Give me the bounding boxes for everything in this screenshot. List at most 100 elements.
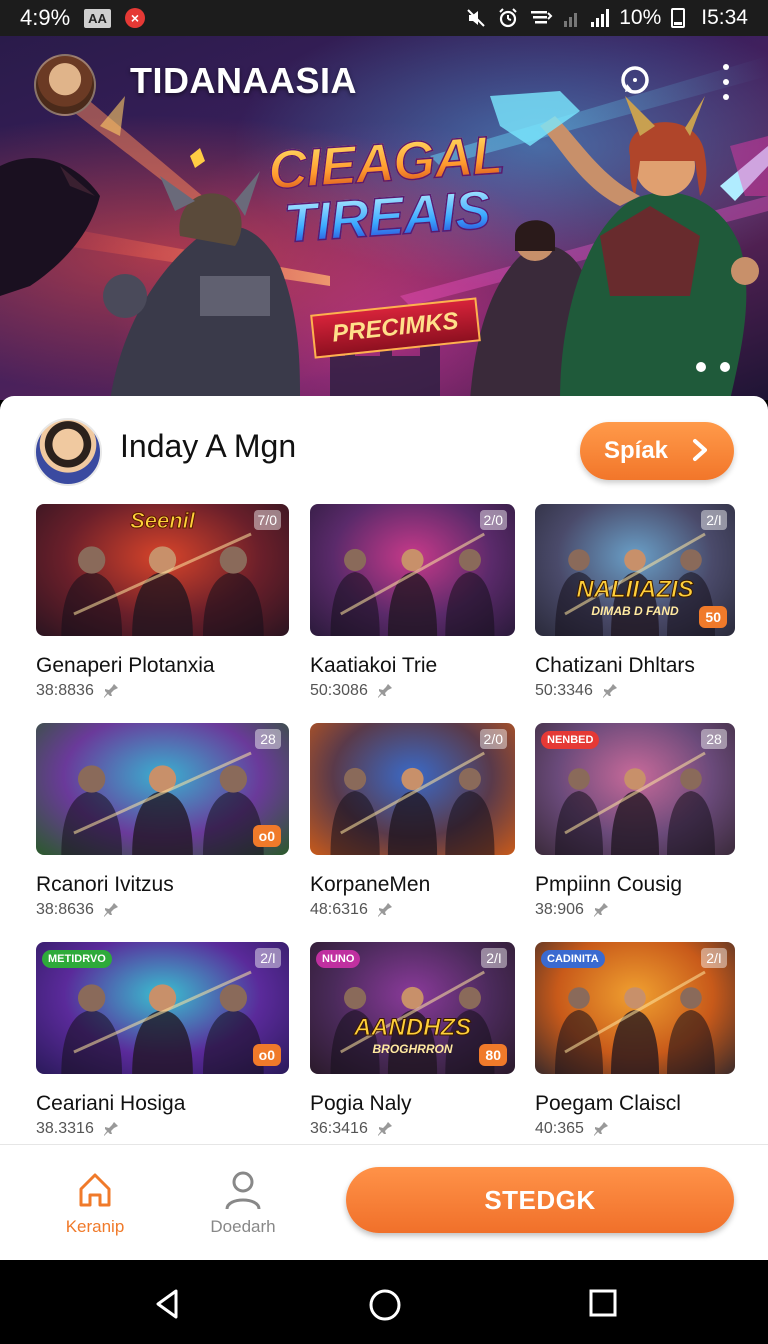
cta-button[interactable]: STEDGK bbox=[346, 1167, 734, 1233]
thumbnail-tag: CADINITA bbox=[541, 950, 605, 968]
bottom-nav: Keranip Doedarh STEDGK bbox=[0, 1144, 768, 1260]
pin-icon bbox=[103, 684, 118, 698]
content-sheet: Inday A Mgn Spíak Seenil 7/0 Genaperi Plot… bbox=[0, 396, 768, 1260]
game-title[interactable]: Ceariani Hosiga bbox=[36, 1092, 185, 1116]
game-thumbnail[interactable]: Seenil 7/0 bbox=[36, 504, 289, 636]
person-icon bbox=[225, 1171, 261, 1210]
nav-profile[interactable]: Doedarh bbox=[188, 1169, 298, 1237]
thumbnail-count-badge: 28 bbox=[255, 729, 281, 749]
signal-icon bbox=[591, 9, 610, 27]
game-title[interactable]: Pogia Naly bbox=[310, 1092, 412, 1116]
game-thumbnail[interactable]: METIDRVO 2/I o0 bbox=[36, 942, 289, 1074]
hero-banner[interactable]: TIDANAASIA CIEAGAL TIREAIS PRECIMKS bbox=[0, 36, 768, 400]
game-art bbox=[61, 751, 264, 855]
game-meta-text: 38.3316 bbox=[36, 1120, 94, 1137]
user-name: Inday A Mgn bbox=[120, 428, 297, 464]
game-card[interactable]: 2/0 KorpaneMen 48:6316 bbox=[310, 723, 515, 933]
game-meta-text: 36:3416 bbox=[310, 1120, 368, 1137]
user-avatar[interactable] bbox=[34, 418, 102, 486]
carousel-pager[interactable] bbox=[696, 362, 730, 372]
battery-percent: 10% bbox=[619, 6, 662, 29]
game-meta: 48:6316 bbox=[310, 901, 394, 919]
game-title[interactable]: Pmpiinn Cousig bbox=[535, 873, 682, 897]
game-meta-text: 38:8636 bbox=[36, 901, 94, 918]
game-meta-text: 40:365 bbox=[535, 1120, 584, 1137]
game-meta-text: 38:906 bbox=[535, 901, 584, 918]
thumbnail-tag: NENBED bbox=[541, 731, 600, 749]
game-card[interactable]: AANDHZS BROGHRRON NUNO 2/I 80 Pogia Naly 36:34… bbox=[310, 942, 515, 1152]
game-title[interactable]: Rcanori Ivitzus bbox=[36, 873, 174, 897]
alarm-icon bbox=[499, 8, 517, 28]
thumbnail-title: Seenil bbox=[130, 508, 196, 534]
home-circle-icon[interactable] bbox=[368, 1288, 402, 1322]
pin-icon bbox=[593, 903, 608, 917]
back-icon[interactable] bbox=[152, 1288, 182, 1320]
thumbnail-price-badge: 50 bbox=[699, 606, 727, 628]
game-meta: 38.3316 bbox=[36, 1120, 120, 1138]
game-meta-text: 38:8836 bbox=[36, 682, 94, 699]
home-icon bbox=[79, 1173, 111, 1207]
game-thumbnail[interactable]: 2/0 bbox=[310, 504, 515, 636]
user-row: Inday A Mgn Spíak bbox=[0, 396, 768, 496]
nav-home[interactable]: Keranip bbox=[40, 1169, 150, 1237]
game-card[interactable]: Seenil 7/0 Genaperi Plotanxia 38:8836 bbox=[36, 504, 289, 714]
game-title[interactable]: Chatizani Dhltars bbox=[535, 654, 695, 678]
game-meta: 50:3346 bbox=[535, 682, 619, 700]
recents-icon[interactable] bbox=[588, 1288, 618, 1318]
pager-dot[interactable] bbox=[696, 362, 706, 372]
game-card[interactable]: NENBED 28 Pmpiinn Cousig 38:906 bbox=[535, 723, 735, 933]
game-card[interactable]: METIDRVO 2/I o0 Ceariani Hosiga 38.3316 bbox=[36, 942, 289, 1152]
game-meta-text: 48:6316 bbox=[310, 901, 368, 918]
pin-icon bbox=[602, 684, 617, 698]
thumbnail-price-badge: o0 bbox=[252, 1044, 281, 1066]
game-card[interactable]: 28 o0 Rcanori Ivitzus 38:8636 bbox=[36, 723, 289, 933]
thumbnail-count-badge: 2/I bbox=[701, 510, 727, 530]
thumbnail-count-badge: 28 bbox=[701, 729, 727, 749]
app-avatar[interactable] bbox=[34, 54, 96, 116]
game-thumbnail[interactable]: AANDHZS BROGHRRON NUNO 2/I 80 bbox=[310, 942, 515, 1074]
game-thumbnail[interactable]: NENBED 28 bbox=[535, 723, 735, 855]
close-circle-icon: × bbox=[124, 8, 145, 28]
game-meta: 36:3416 bbox=[310, 1120, 394, 1138]
game-thumbnail[interactable]: NALIIAZIS DIMAB D FAND 2/I 50 bbox=[535, 504, 735, 636]
status-left-text: 4:9% bbox=[20, 5, 71, 30]
pin-icon bbox=[377, 1122, 392, 1136]
game-meta-text: 50:3346 bbox=[535, 682, 593, 699]
thumbnail-price-badge: o0 bbox=[252, 825, 281, 847]
game-thumbnail[interactable]: 28 o0 bbox=[36, 723, 289, 855]
chevron-right-icon bbox=[693, 439, 707, 461]
thumbnail-tag: METIDRVO bbox=[42, 950, 112, 968]
game-title[interactable]: Genaperi Plotanxia bbox=[36, 654, 215, 678]
game-title[interactable]: KorpaneMen bbox=[310, 873, 430, 897]
chat-icon[interactable] bbox=[616, 62, 654, 100]
game-meta: 38:8836 bbox=[36, 682, 120, 700]
game-title[interactable]: Poegam Claiscl bbox=[535, 1092, 681, 1116]
game-meta: 50:3086 bbox=[310, 682, 394, 700]
game-title[interactable]: Kaatiakoi Trie bbox=[310, 654, 437, 678]
thumbnail-count-badge: 2/I bbox=[701, 948, 727, 968]
aa-icon: AA bbox=[84, 8, 111, 28]
pager-dot[interactable] bbox=[720, 362, 730, 372]
status-bar: 4:9% AA × 10% I5:34 bbox=[0, 0, 768, 36]
pin-icon bbox=[377, 903, 392, 917]
pin-icon bbox=[593, 1122, 608, 1136]
speak-button[interactable]: Spíak bbox=[580, 422, 734, 480]
game-card[interactable]: 2/0 Kaatiakoi Trie 50:3086 bbox=[310, 504, 515, 714]
data-icon bbox=[531, 11, 553, 24]
nav-home-label: Keranip bbox=[65, 1217, 125, 1236]
game-thumbnail[interactable]: CADINITA 2/I bbox=[535, 942, 735, 1074]
thumbnail-count-badge: 2/0 bbox=[479, 510, 507, 530]
game-meta: 38:906 bbox=[535, 901, 610, 919]
thumbnail-price-badge: 80 bbox=[479, 1044, 507, 1066]
game-card[interactable]: NALIIAZIS DIMAB D FAND 2/I 50 Chatizani Dhlt… bbox=[535, 504, 735, 714]
game-card[interactable]: CADINITA 2/I Poegam Claiscl 40:365 bbox=[535, 942, 735, 1152]
mute-icon bbox=[467, 9, 485, 27]
nav-profile-label: Doedarh bbox=[210, 1217, 276, 1236]
game-thumbnail[interactable]: 2/0 bbox=[310, 723, 515, 855]
thumbnail-title: AANDHZS bbox=[353, 1014, 472, 1042]
thumbnail-count-badge: 2/I bbox=[255, 948, 281, 968]
status-time: I5:34 bbox=[701, 6, 748, 29]
thumbnail-count-badge: 7/0 bbox=[253, 510, 281, 530]
more-vert-icon[interactable] bbox=[714, 64, 738, 100]
game-meta: 40:365 bbox=[535, 1120, 610, 1138]
